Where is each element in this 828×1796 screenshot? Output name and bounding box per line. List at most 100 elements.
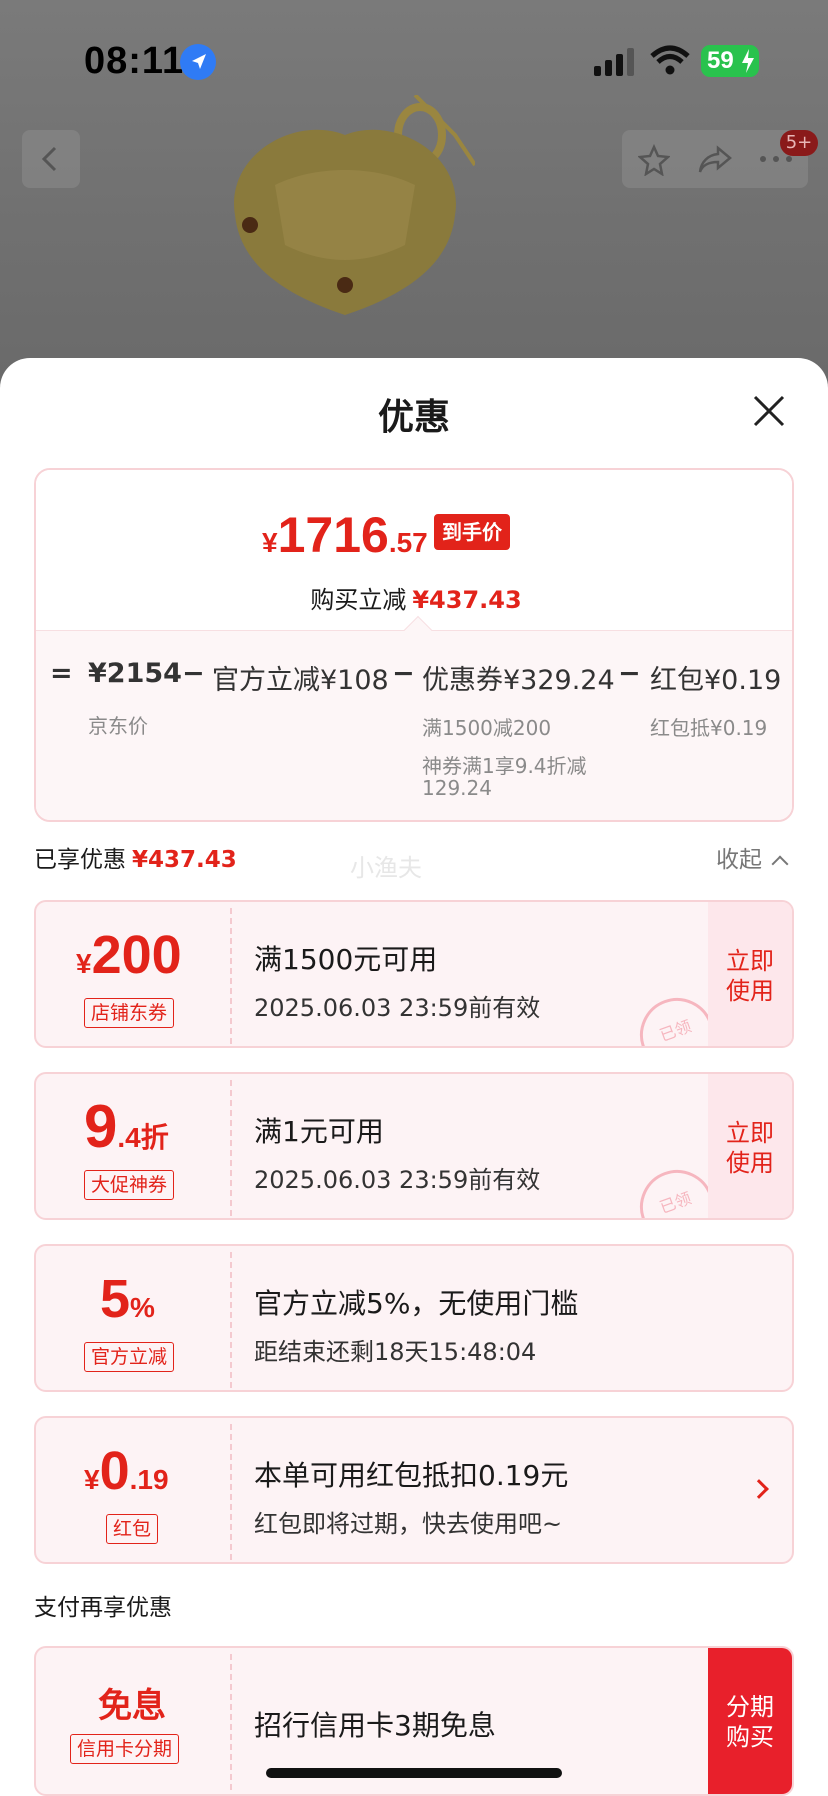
coupon-condition: 满1元可用 xyxy=(254,1115,384,1148)
enjoyed-discount-heading: 已享优惠 ¥437.43 xyxy=(34,840,237,874)
coupon-type-badge: 大促神券 xyxy=(84,1170,175,1200)
coupon-divider xyxy=(230,1252,232,1388)
status-time: 08:11 xyxy=(84,40,185,82)
coupon-countdown: 距结束还剩18天15:48:04 xyxy=(254,1338,537,1366)
coupon-discount: 优惠券¥329.24 xyxy=(422,665,615,696)
minus-sign: − xyxy=(618,658,641,689)
coupon-card-promo: 9.4折 大促神券 满1元可用 2025.06.03 23:59前有效 已领 立… xyxy=(34,1072,794,1220)
star-icon[interactable] xyxy=(638,144,670,176)
coupon-amount-value: 9 xyxy=(84,1093,118,1160)
minus-sign: − xyxy=(182,658,205,689)
minus-sign: − xyxy=(392,658,415,689)
notification-badge: 5+ xyxy=(780,130,818,156)
use-now-label-2: 使用 xyxy=(726,977,774,1005)
coupon-condition: 官方立减5%，无使用门槛 xyxy=(254,1287,579,1320)
equals-sign: = xyxy=(50,658,73,689)
currency-symbol: ¥ xyxy=(84,1464,100,1495)
coupon-divider xyxy=(230,1424,232,1560)
payment-discount-heading: 支付再享优惠 xyxy=(34,1595,172,1621)
currency-symbol: ¥ xyxy=(76,948,92,979)
reduction-label: 购买立减 xyxy=(310,586,407,614)
coupon-divider xyxy=(230,1080,232,1216)
installment-buy-label-2: 购买 xyxy=(726,1723,774,1751)
jd-price: ¥2154 xyxy=(88,658,182,689)
coupon-expiry: 2025.06.03 23:59前有效 xyxy=(254,994,541,1022)
coupon-divider xyxy=(230,908,232,1044)
watermark: 小渔夫 xyxy=(350,854,422,882)
coupon-detail-3: 129.24 xyxy=(422,776,492,800)
chevron-left-icon xyxy=(41,146,57,172)
coupon-type-badge: 官方立减 xyxy=(84,1342,175,1372)
official-discount: 官方立减¥108 xyxy=(212,665,389,696)
coupon-amount-value: 0 xyxy=(99,1441,130,1501)
close-icon[interactable] xyxy=(752,394,786,428)
coupon-value: ¥200 店铺东券 xyxy=(36,902,230,1046)
enjoyed-label: 已享优惠 xyxy=(34,847,126,873)
installment-title: 招行信用卡3期免息 xyxy=(254,1709,496,1742)
use-now-label-2: 使用 xyxy=(726,1149,774,1177)
redpacket-expiry-note: 红包即将过期，快去使用吧~ xyxy=(254,1510,563,1538)
redpacket-condition: 本单可用红包抵扣0.19元 xyxy=(254,1459,569,1492)
percent-suffix: % xyxy=(130,1292,155,1323)
jd-price-label: 京东价 xyxy=(88,714,148,738)
coupon-discount-suffix: .4折 xyxy=(117,1122,169,1153)
reduction-amount: ¥437.43 xyxy=(412,586,522,614)
cellular-signal-icon xyxy=(594,48,634,76)
final-price: ¥1716.57 xyxy=(262,506,428,564)
use-now-button[interactable]: 立即 使用 xyxy=(708,902,792,1046)
coupon-decimal: .19 xyxy=(129,1464,169,1495)
use-now-button[interactable]: 立即 使用 xyxy=(708,1074,792,1218)
installment-type-badge: 信用卡分期 xyxy=(70,1734,180,1764)
battery-level: 59 xyxy=(707,47,734,74)
installment-buy-button[interactable]: 分期 购买 xyxy=(708,1648,792,1794)
coupon-amount-value: 5 xyxy=(100,1269,131,1329)
back-button[interactable] xyxy=(22,130,80,188)
coupon-condition: 满1500元可用 xyxy=(254,943,438,976)
sheet-title: 优惠 xyxy=(377,397,450,438)
final-price-tag: 到手价 xyxy=(434,514,510,550)
coupon-amount-value: 200 xyxy=(91,925,182,985)
collapse-label: 收起 xyxy=(716,847,762,873)
redpacket-detail: 红包抵¥0.19 xyxy=(650,716,768,740)
coupon-amount: 9.4折 xyxy=(84,1092,169,1161)
battery-indicator: 59 xyxy=(701,45,759,77)
interest-free-label: 免息 xyxy=(98,1687,166,1725)
coupon-value: ¥0.19 红包 xyxy=(36,1418,230,1562)
installment-value: 免息 信用卡分期 xyxy=(36,1648,230,1794)
enjoyed-amount: ¥437.43 xyxy=(132,847,237,873)
coupon-detail-1: 满1500减200 xyxy=(422,716,552,740)
final-price-decimal: .57 xyxy=(388,527,428,558)
purchase-reduction: 购买立减 ¥437.43 xyxy=(36,580,792,615)
coupon-card-official: 5% 官方立减 官方立减5%，无使用门槛 距结束还剩18天15:48:04 xyxy=(34,1244,794,1392)
final-price-integer: 1716 xyxy=(277,507,389,563)
coupon-amount: 5% xyxy=(100,1268,155,1330)
coupon-type-badge: 店铺东券 xyxy=(84,998,175,1028)
status-bar: 08:11 59 xyxy=(0,0,828,120)
coupon-divider xyxy=(230,1654,232,1790)
wifi-icon xyxy=(650,45,690,75)
discount-sheet: 优惠 ¥1716.57 到手价 购买立减 ¥437.43 = ¥2154 − 官方… xyxy=(0,358,828,1796)
pendant-image xyxy=(234,95,475,315)
coupon-expiry: 2025.06.03 23:59前有效 xyxy=(254,1166,541,1194)
redpacket-card[interactable]: ¥0.19 红包 本单可用红包抵扣0.19元 红包即将过期，快去使用吧~ xyxy=(34,1416,794,1564)
coupon-detail-2: 神券满1享9.4折减 xyxy=(422,754,587,778)
home-indicator[interactable] xyxy=(266,1768,562,1778)
location-arrow-icon xyxy=(180,44,216,80)
use-now-label-1: 立即 xyxy=(726,1119,774,1147)
price-summary-card: ¥1716.57 到手价 购买立减 ¥437.43 = ¥2154 − 官方立减¥… xyxy=(34,468,794,822)
price-formula: = ¥2154 − 官方立减¥108 − 优惠券¥329.24 − 红包¥0.1… xyxy=(36,658,792,698)
final-price-currency: ¥ xyxy=(262,527,278,558)
chevron-up-icon xyxy=(771,855,789,873)
use-now-label-1: 立即 xyxy=(726,947,774,975)
installment-buy-label-1: 分期 xyxy=(726,1693,774,1721)
collapse-button[interactable]: 收起 xyxy=(716,840,789,874)
chevron-right-icon xyxy=(749,1479,769,1499)
coupon-type-badge: 红包 xyxy=(106,1514,159,1544)
coupon-card-store: ¥200 店铺东券 满1500元可用 2025.06.03 23:59前有效 已… xyxy=(34,900,794,1048)
coupon-amount: ¥200 xyxy=(76,924,182,986)
coupon-amount: ¥0.19 xyxy=(84,1440,169,1502)
share-icon[interactable] xyxy=(698,144,732,176)
coupon-value: 5% 官方立减 xyxy=(36,1246,230,1390)
coupon-value: 9.4折 大促神券 xyxy=(36,1074,230,1218)
charging-bolt-icon xyxy=(742,49,754,73)
